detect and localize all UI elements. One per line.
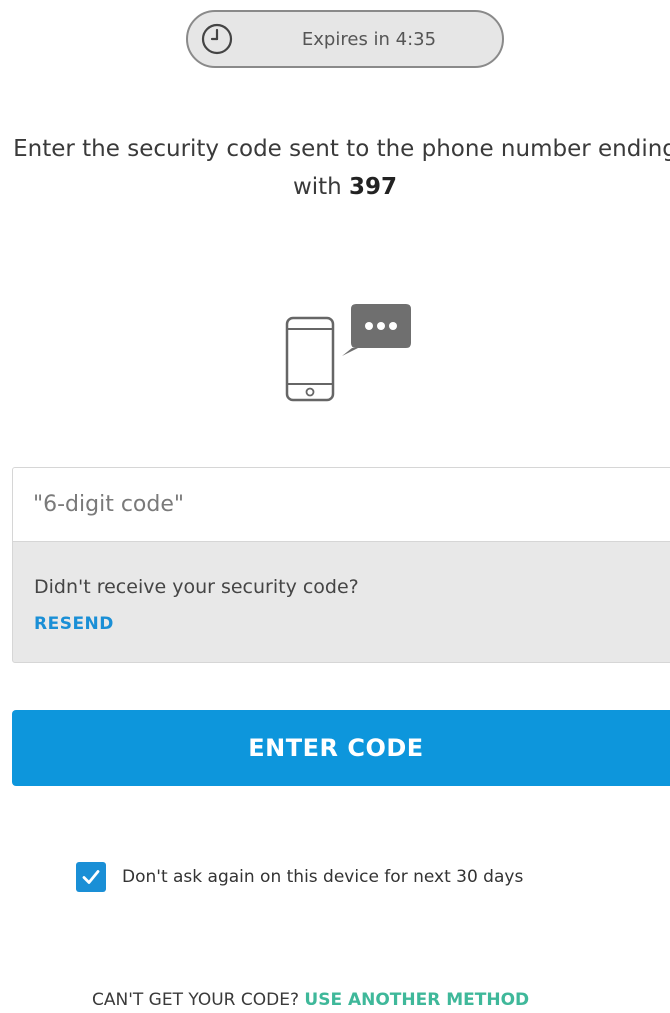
use-another-method-link[interactable]: USE ANOTHER METHOD — [304, 990, 529, 1010]
phone-message-icon — [285, 304, 411, 402]
instruction-text: Enter the security code sent to the phon… — [10, 130, 670, 206]
resend-link[interactable]: RESEND — [34, 614, 114, 634]
phone-last-digits: 397 — [349, 174, 398, 200]
remember-device-label: Don't ask again on this device for next … — [122, 867, 524, 887]
security-code-input[interactable] — [13, 468, 670, 542]
clock-icon — [201, 23, 233, 55]
remember-device-row: Don't ask again on this device for next … — [76, 862, 523, 892]
checkmark-icon — [82, 870, 100, 884]
remember-device-checkbox[interactable] — [76, 862, 106, 892]
enter-code-label: ENTER CODE — [248, 734, 424, 762]
alternate-method-row: CAN'T GET YOUR CODE? USE ANOTHER METHOD — [92, 990, 529, 1010]
enter-code-button[interactable]: ENTER CODE — [12, 710, 670, 786]
expiry-timer-text: Expires in 4:35 — [301, 28, 437, 50]
instruction-prefix: Enter the security code sent to the phon… — [13, 136, 670, 200]
resend-prompt-text: Didn't receive your security code? — [34, 576, 359, 598]
alternate-method-prompt: CAN'T GET YOUR CODE? — [92, 990, 299, 1010]
security-code-panel: Didn't receive your security code? RESEN… — [12, 467, 670, 663]
expiry-timer-badge: Expires in 4:35 — [186, 10, 504, 68]
